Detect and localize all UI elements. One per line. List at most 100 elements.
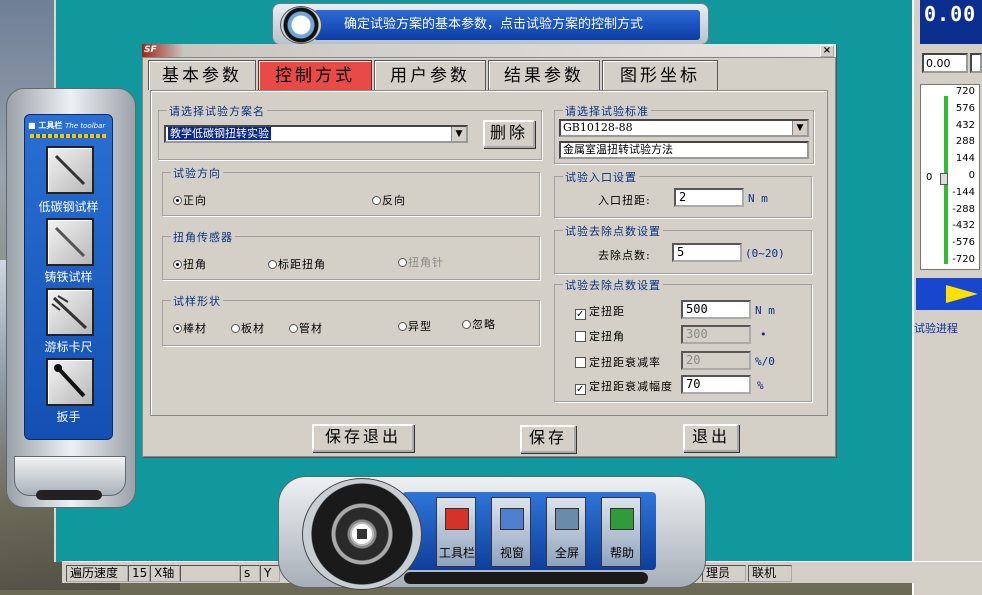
direction-group: 试验方向 bbox=[162, 165, 540, 216]
entry-torque-input[interactable]: 2 bbox=[674, 188, 744, 207]
tab-basic-params[interactable]: 基本参数 bbox=[148, 60, 256, 90]
chevron-down-icon[interactable]: ▼ bbox=[792, 121, 807, 135]
dock-button-label: 帮助 bbox=[609, 546, 634, 560]
tool-wrench[interactable] bbox=[46, 358, 94, 406]
scale-tick-label: -576 bbox=[952, 237, 975, 249]
status-item: 理员 bbox=[702, 565, 746, 582]
scale-slider-handle[interactable] bbox=[940, 173, 948, 185]
standard-selected-value: GB10128-88 bbox=[563, 121, 633, 134]
standard-description: 金属室温扭转试验方法 bbox=[559, 141, 809, 159]
radio-dot-icon bbox=[462, 320, 471, 329]
exit-button[interactable]: 退出 bbox=[683, 424, 739, 452]
toolbox-icon: ■ bbox=[28, 121, 39, 130]
tab-user-params[interactable]: 用户参数 bbox=[374, 60, 486, 90]
toolbox-icon bbox=[445, 508, 469, 530]
save-button[interactable]: 保存 bbox=[520, 425, 576, 453]
tab-result-params[interactable]: 结果参数 bbox=[488, 60, 600, 90]
checkbox-torque-decay-amplitude[interactable]: ✓ 定扭距衰减幅度 bbox=[575, 378, 673, 395]
checkmark-icon: ✓ bbox=[575, 384, 586, 395]
tool-label: 扳手 bbox=[56, 410, 81, 424]
chevron-down-icon[interactable]: ▼ bbox=[451, 127, 466, 141]
scale-tick-label: -432 bbox=[952, 220, 975, 232]
radio-ignore[interactable]: 忽略 bbox=[462, 316, 496, 332]
radio-dot-icon bbox=[231, 324, 240, 333]
dock-window-button[interactable]: 视窗 bbox=[491, 497, 531, 567]
radio-tube[interactable]: 管材 bbox=[289, 320, 323, 336]
radio-dot-icon bbox=[289, 324, 298, 333]
app-logo-icon: SF bbox=[144, 45, 157, 55]
remove-points-input[interactable]: 5 bbox=[672, 243, 742, 262]
save-exit-button[interactable]: 保存退出 bbox=[312, 424, 414, 452]
radio-special[interactable]: 异型 bbox=[398, 318, 432, 334]
tool-low-carbon-specimen[interactable] bbox=[46, 146, 94, 194]
radio-forward[interactable]: 正向 bbox=[173, 192, 207, 208]
radio-label: 异型 bbox=[408, 320, 432, 333]
scale-tick-label: -720 bbox=[952, 254, 975, 265]
checkbox-box bbox=[575, 331, 586, 342]
group-title: 请选择试验标准 bbox=[563, 103, 651, 119]
dock-button-label: 视窗 bbox=[499, 546, 524, 560]
dock-fullscreen-button[interactable]: 全屏 bbox=[546, 497, 586, 567]
torque-decay-amplitude-input[interactable]: 70 bbox=[681, 375, 751, 394]
fixed-angle-input: 300 bbox=[681, 325, 751, 344]
checkbox-fixed-torque[interactable]: ✓ 定扭距 bbox=[575, 303, 625, 320]
tool-cast-iron-specimen[interactable] bbox=[46, 218, 94, 266]
radio-rod[interactable]: 棒材 bbox=[173, 320, 207, 336]
scheme-select[interactable]: 教学低碳钢扭转实验 ▼ bbox=[164, 125, 468, 143]
dock-button-label: 全屏 bbox=[554, 546, 579, 560]
tool-vernier-caliper[interactable] bbox=[46, 288, 94, 336]
stop-icon bbox=[357, 529, 367, 539]
caliper-icon bbox=[51, 295, 88, 330]
radio-label: 忽略 bbox=[472, 318, 496, 331]
entry-torque-label: 入口扭距: bbox=[598, 194, 651, 207]
checkbox-torque-decay-rate[interactable]: 定扭距衰减率 bbox=[575, 354, 661, 370]
group-title: 请选择试验方案名 bbox=[167, 103, 267, 119]
entry-torque-unit: N m bbox=[748, 192, 768, 205]
dialog-titlebar bbox=[142, 44, 836, 58]
window-icon bbox=[500, 508, 524, 530]
group-title: 试样形状 bbox=[171, 293, 223, 309]
delete-button[interactable]: 删除 bbox=[483, 120, 535, 148]
status-item: s bbox=[240, 565, 260, 582]
radio-label: 扭角针 bbox=[408, 256, 444, 269]
fixed-torque-input[interactable]: 500 bbox=[681, 300, 751, 319]
checkbox-label: 定扭角 bbox=[589, 330, 625, 343]
play-arrow-icon bbox=[946, 285, 978, 303]
radio-dot-icon bbox=[398, 322, 407, 331]
radio-dot-icon bbox=[268, 260, 277, 269]
lens-icon bbox=[280, 6, 322, 44]
checkbox-box bbox=[575, 357, 586, 368]
radio-plate[interactable]: 板材 bbox=[231, 320, 265, 336]
group-title: 扭角传感器 bbox=[171, 229, 235, 245]
standard-select[interactable]: GB10128-88 ▼ bbox=[559, 119, 809, 137]
dock-help-button[interactable]: 帮助 bbox=[601, 497, 641, 567]
radio-dot-icon bbox=[398, 258, 407, 267]
radio-label: 棒材 bbox=[183, 322, 207, 335]
close-button[interactable]: × bbox=[820, 45, 834, 57]
radio-angle-needle: 扭角针 bbox=[398, 254, 444, 270]
radio-reverse[interactable]: 反向 bbox=[372, 192, 406, 208]
tab-graph-coords[interactable]: 图形坐标 bbox=[602, 60, 718, 90]
fullscreen-icon bbox=[555, 508, 579, 530]
radio-gauge-angle[interactable]: 标距扭角 bbox=[268, 256, 326, 272]
remove-points-label: 去除点数: bbox=[598, 249, 651, 262]
fixed-torque-unit: N m bbox=[755, 304, 775, 317]
rod-icon bbox=[54, 226, 86, 258]
scale-zero-label: 0 bbox=[926, 172, 933, 183]
radio-angle[interactable]: 扭角 bbox=[173, 256, 207, 272]
scale-tick-label: 288 bbox=[955, 136, 975, 148]
toolbar-base-slot bbox=[36, 490, 102, 500]
status-item: 联机 bbox=[748, 565, 792, 582]
scale-tick-label: -144 bbox=[952, 186, 975, 198]
checkbox-label: 定扭距衰减率 bbox=[589, 356, 661, 369]
torque-decay-amplitude-unit: % bbox=[757, 379, 764, 392]
radio-label: 板材 bbox=[241, 322, 265, 335]
checkbox-fixed-angle[interactable]: 定扭角 bbox=[575, 328, 625, 344]
readout-input[interactable]: 0.00 bbox=[922, 53, 968, 73]
scale-tick-label: 0 bbox=[968, 170, 975, 181]
status-item bbox=[180, 565, 240, 582]
tab-control-mode[interactable]: 控制方式 bbox=[258, 60, 372, 90]
dock-toolbar-button[interactable]: 工具栏 bbox=[436, 497, 476, 567]
tool-label: 游标卡尺 bbox=[44, 340, 93, 354]
readout-input-secondary[interactable] bbox=[970, 53, 982, 73]
